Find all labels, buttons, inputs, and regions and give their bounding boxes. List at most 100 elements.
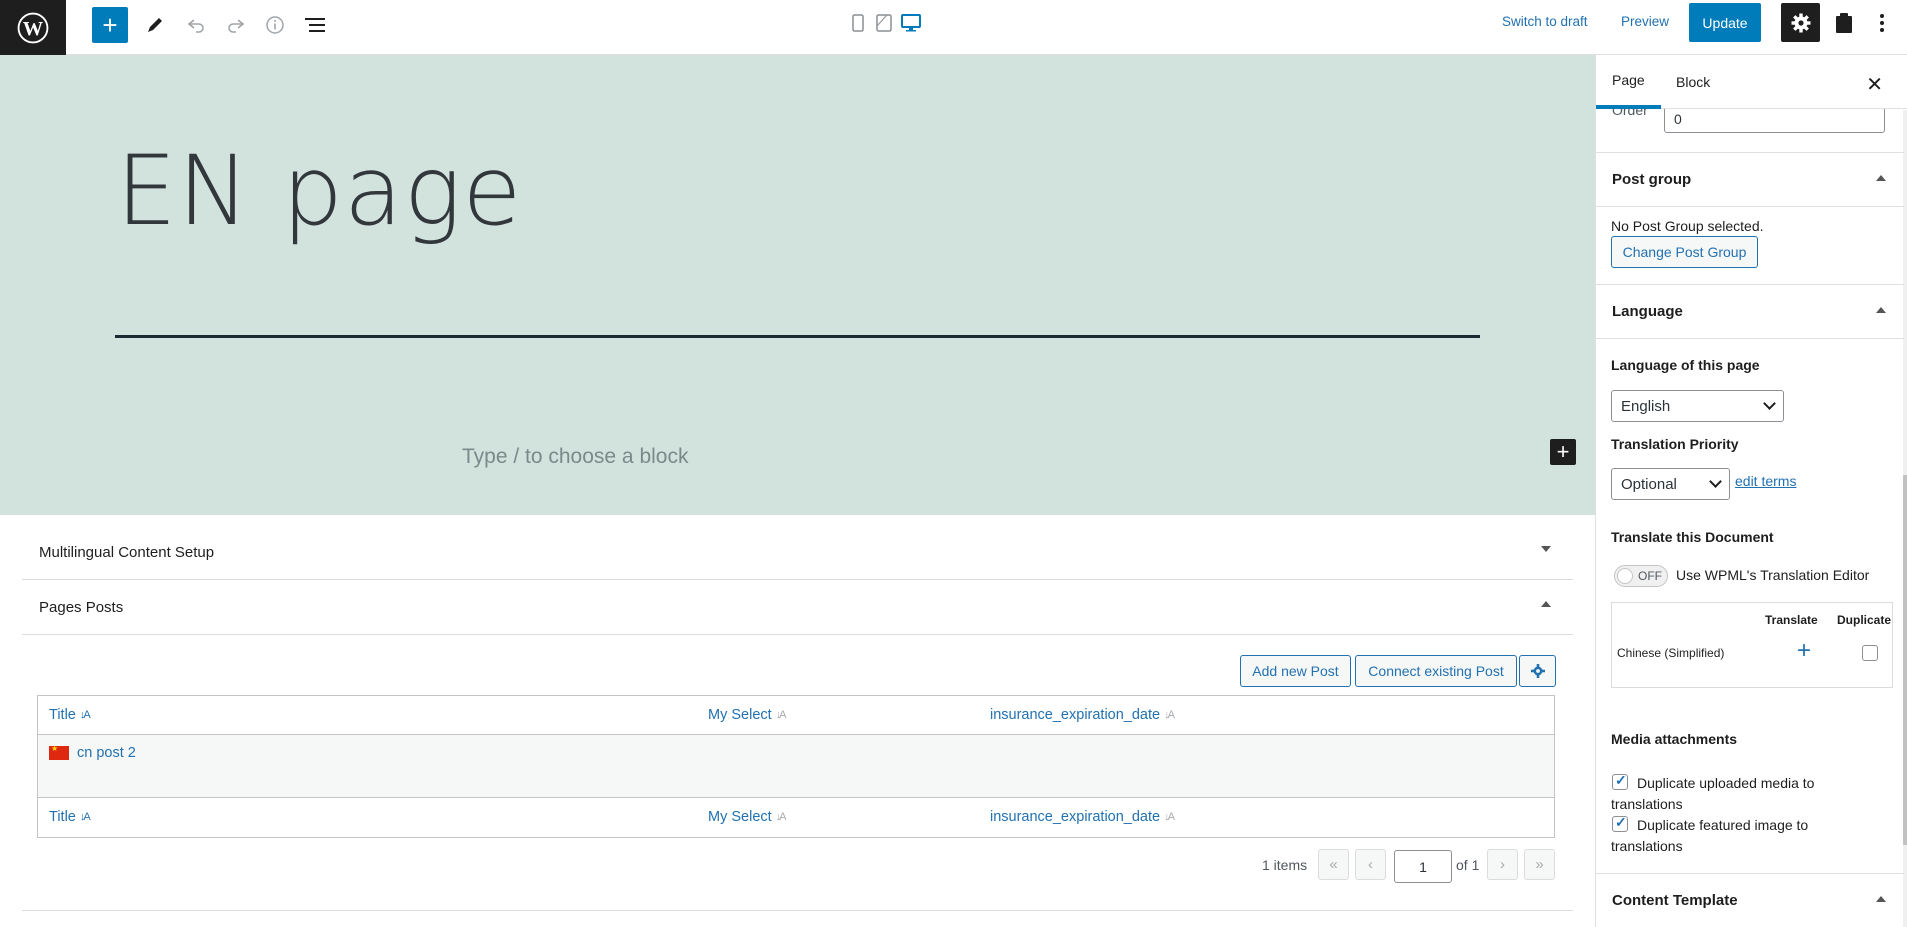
inline-add-block-button[interactable]: + (1550, 439, 1576, 465)
pencil-icon[interactable] (140, 10, 170, 40)
language-panel-header[interactable]: Language (1596, 284, 1904, 339)
preview-button[interactable]: Preview (1621, 14, 1669, 29)
sort-icon: ↓A (1164, 709, 1175, 721)
expand-arrow-icon[interactable] (1541, 546, 1551, 552)
undo-icon[interactable] (181, 10, 211, 40)
add-translation-icon[interactable]: + (1797, 637, 1811, 665)
post-title-link[interactable]: cn post 2 (49, 744, 136, 761)
panel-title: Content Template (1612, 892, 1738, 909)
metabox-title: Pages Posts (39, 598, 124, 616)
update-button[interactable]: Update (1689, 3, 1761, 42)
translation-language-name: Chinese (Simplified) (1617, 646, 1725, 660)
editor-canvas: EN page Type / to choose a block + Multi… (0, 55, 1595, 927)
metabox-divider (22, 910, 1573, 911)
add-new-post-button[interactable]: Add new Post (1240, 655, 1351, 687)
current-page-input[interactable]: 1 (1394, 850, 1452, 883)
svg-text:W: W (23, 17, 44, 39)
sort-icon: ↓A (775, 811, 787, 823)
table-footer-row: Title ↓A My Select ↓A insurance_expiration… (38, 798, 1554, 837)
order-input[interactable]: 0 (1664, 105, 1885, 133)
duplicate-checkbox[interactable] (1862, 645, 1878, 661)
block-placeholder[interactable]: Type / to choose a block (462, 445, 688, 469)
toggle-knob (1617, 568, 1633, 584)
gear-icon (1791, 13, 1810, 32)
content-template-panel-header[interactable]: Content Template (1596, 873, 1904, 927)
pages-posts-metabox-header[interactable]: Pages Posts (22, 580, 1573, 635)
kebab-menu-icon[interactable] (1867, 8, 1897, 38)
list-view-icon[interactable] (300, 10, 330, 40)
sort-icon: ↓A (79, 709, 91, 721)
last-page-button[interactable]: » (1524, 849, 1555, 880)
language-select[interactable]: English (1611, 390, 1784, 422)
add-block-button[interactable]: + (92, 7, 128, 43)
change-post-group-button[interactable]: Change Post Group (1611, 236, 1758, 268)
table-header-row: Title ↓A My Select ↓A insurance_expiration… (38, 696, 1554, 735)
panel-title: Post group (1612, 171, 1692, 188)
tab-page[interactable]: Page (1596, 55, 1661, 109)
column-header-insurance-expiration-date[interactable]: insurance_expiration_date ↓A (990, 707, 1175, 723)
mobile-icon[interactable] (848, 12, 868, 34)
panel-title: Language (1612, 303, 1683, 320)
duplicate-media-label[interactable]: Duplicate uploaded media to translations (1611, 773, 1851, 815)
duplicate-header: Duplicate (1837, 613, 1892, 627)
translate-document-label: Translate this Document (1611, 529, 1774, 545)
column-footer-my-select[interactable]: My Select ↓A (708, 809, 787, 825)
related-posts-table: Title ↓A My Select ↓A insurance_expiration… (37, 695, 1555, 838)
separator-line (115, 335, 1480, 338)
toggle-state: OFF (1638, 569, 1662, 583)
multilingual-metabox-header[interactable]: Multilingual Content Setup (22, 525, 1573, 580)
duplicate-featured-image-label[interactable]: Duplicate featured image to translations (1611, 815, 1851, 857)
settings-button[interactable] (1781, 3, 1820, 42)
gear-icon (1530, 664, 1545, 678)
info-icon[interactable] (260, 10, 290, 40)
edit-terms-link[interactable]: edit terms (1735, 473, 1796, 489)
wordpress-icon: W (17, 12, 49, 43)
tablet-icon[interactable] (874, 12, 894, 34)
metabox-title: Multilingual Content Setup (39, 543, 215, 561)
translation-editor-toggle[interactable]: OFF (1614, 565, 1668, 587)
collapse-arrow-icon[interactable] (1876, 307, 1886, 313)
cn-flag-icon (49, 744, 69, 760)
collapse-arrow-icon[interactable] (1876, 896, 1886, 902)
collapse-arrow-icon[interactable] (1541, 601, 1551, 607)
sidebar-scrollbar-thumb[interactable] (1903, 475, 1907, 845)
prev-page-button[interactable]: ‹ (1355, 849, 1386, 880)
sidebar-tabs: Page Block ✕ (1596, 55, 1907, 109)
close-icon[interactable]: ✕ (1866, 72, 1883, 97)
translation-priority-select[interactable]: Optional (1611, 468, 1730, 500)
translate-header: Translate (1765, 613, 1818, 627)
media-attachments-label: Media attachments (1611, 731, 1738, 747)
sort-icon: ↓A (79, 811, 91, 823)
item-count: 1 items (1262, 857, 1308, 873)
column-header-title[interactable]: Title ↓A (49, 707, 91, 723)
wordpress-logo[interactable]: W (0, 0, 66, 55)
column-footer-insurance-expiration-date[interactable]: insurance_expiration_date ↓A (990, 809, 1175, 825)
column-footer-title[interactable]: Title ↓A (49, 809, 91, 825)
desktop-icon[interactable] (901, 12, 921, 34)
table-row: cn post 2 (38, 735, 1554, 798)
chevron-down-icon (1709, 475, 1722, 488)
translation-priority-label: Translation Priority (1611, 436, 1739, 452)
redo-icon[interactable] (221, 10, 251, 40)
editor-toolbar: W + Switch to draft Preview Update (0, 0, 1907, 55)
chevron-down-icon (1763, 397, 1776, 410)
sort-icon: ↓A (1164, 811, 1175, 823)
clipboard-icon[interactable] (1829, 8, 1859, 38)
tab-block[interactable]: Block (1676, 55, 1710, 109)
page-title[interactable]: EN page (116, 135, 522, 247)
table-settings-button[interactable] (1519, 655, 1556, 687)
connect-existing-post-button[interactable]: Connect existing Post (1355, 655, 1517, 687)
page-total: of 1 (1456, 857, 1480, 873)
column-header-my-select[interactable]: My Select ↓A (708, 707, 787, 723)
collapse-arrow-icon[interactable] (1876, 175, 1886, 181)
post-group-status: No Post Group selected. (1611, 218, 1764, 234)
first-page-button[interactable]: « (1318, 849, 1349, 880)
cover-block[interactable]: EN page Type / to choose a block + (0, 55, 1595, 515)
next-page-button[interactable]: › (1487, 849, 1518, 880)
switch-to-draft-button[interactable]: Switch to draft (1502, 14, 1588, 29)
translation-editor-label: Use WPML's Translation Editor (1676, 567, 1870, 583)
sort-icon: ↓A (775, 709, 787, 721)
settings-sidebar: Page Block ✕ Order 0 Post group No Post … (1595, 55, 1907, 927)
translation-table: Translate Duplicate Chinese (Simplified)… (1611, 602, 1893, 688)
post-group-panel-header[interactable]: Post group (1596, 152, 1904, 207)
